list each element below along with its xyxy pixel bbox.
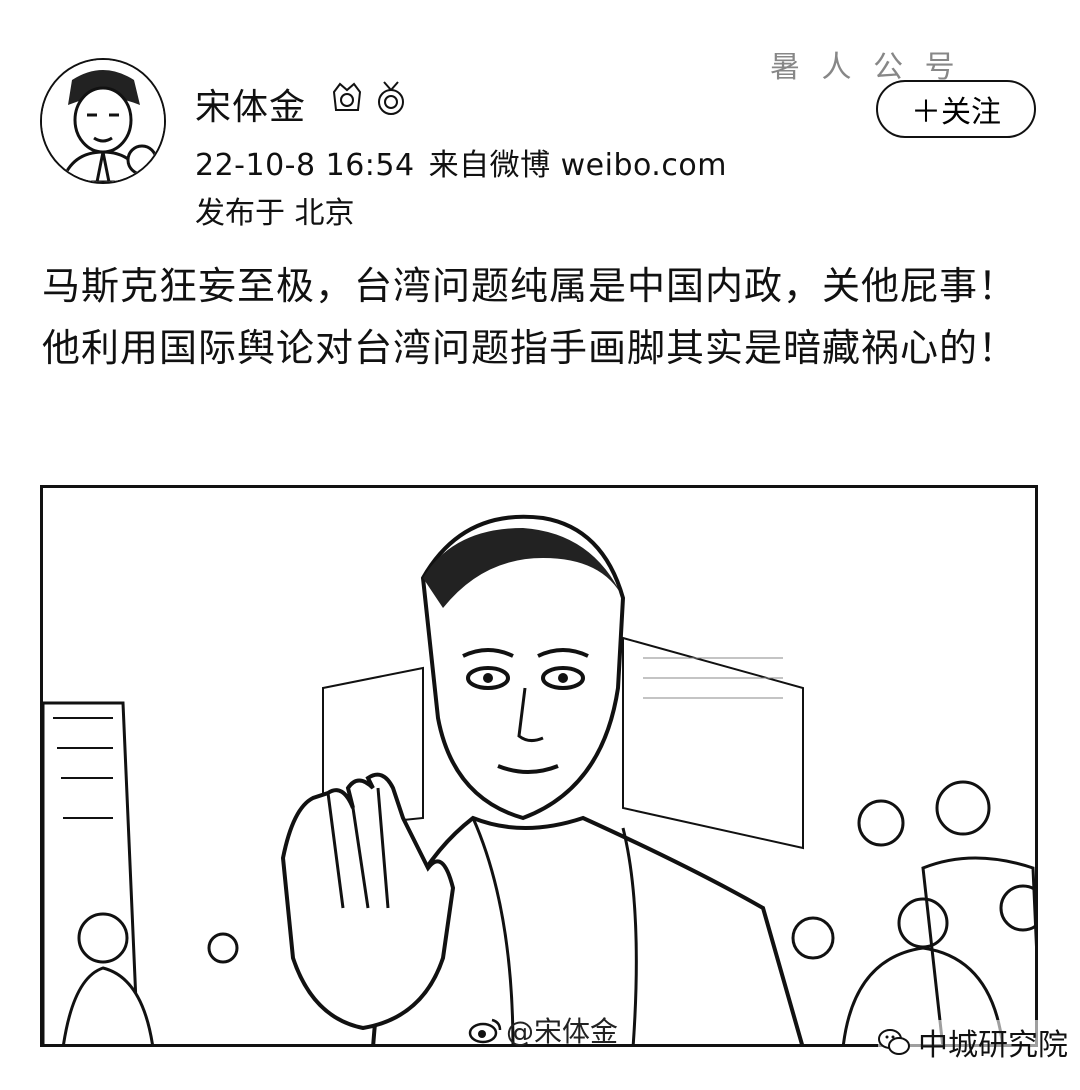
follow-button[interactable]: ＋关注 xyxy=(876,80,1036,138)
post-text: 马斯克狂妄至极，台湾问题纯属是中国内政，关他屁事！他利用国际舆论对台湾问题指手画… xyxy=(42,264,1018,370)
post-source: 来自微博 weibo.com xyxy=(428,148,727,183)
image-watermark-text: @宋体金 xyxy=(506,1015,619,1048)
corner-watermark: 中城研究院 xyxy=(878,1020,1068,1064)
weibo-logo-icon xyxy=(468,1018,502,1044)
vip-badge-icon xyxy=(332,82,362,111)
follow-button-label: ＋关注 xyxy=(911,96,1001,129)
post-image[interactable] xyxy=(40,485,1038,1047)
wechat-logo-icon xyxy=(878,1029,910,1055)
author-badges xyxy=(330,80,408,116)
image-watermark: @宋体金 xyxy=(468,1010,618,1050)
post-timestamp[interactable]: 22-10-8 16:54 xyxy=(195,148,415,183)
author-name[interactable]: 宋体金 xyxy=(195,78,306,130)
post-image-illustration xyxy=(43,488,1035,1044)
corner-watermark-text: 中城研究院 xyxy=(918,1028,1068,1063)
post-meta: 22-10-8 16:54 来自微博 weibo.com xyxy=(195,140,741,184)
post-header: 宋体金 暑 人 公 号 22-10-8 16:54 来自微博 weibo.com … xyxy=(0,0,1080,240)
author-avatar[interactable] xyxy=(40,58,166,184)
medal-badge-icon xyxy=(378,81,404,115)
post-location: 发布于 北京 xyxy=(195,196,355,231)
